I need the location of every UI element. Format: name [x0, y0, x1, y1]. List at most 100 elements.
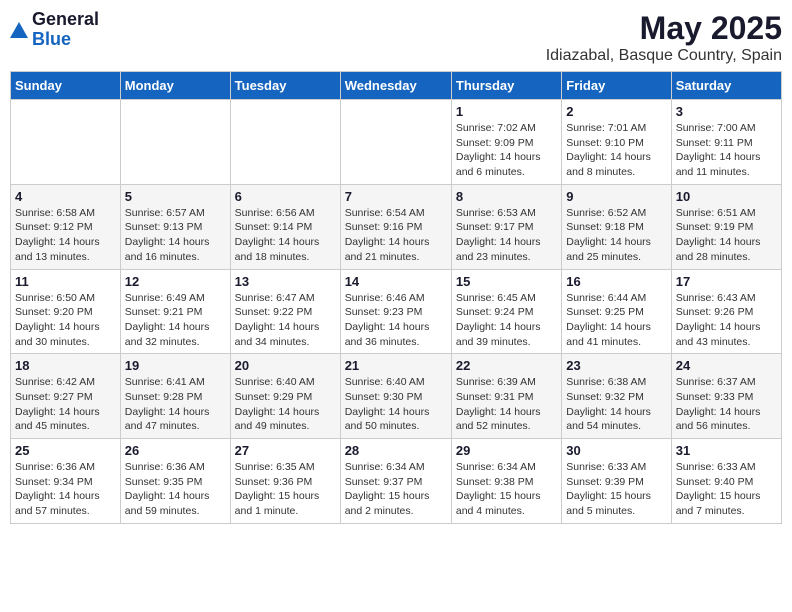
day-number: 31 — [676, 443, 777, 458]
day-number: 17 — [676, 274, 777, 289]
day-info: Sunrise: 6:42 AM Sunset: 9:27 PM Dayligh… — [15, 375, 116, 434]
logo: General Blue — [10, 10, 99, 50]
calendar-week-row: 11Sunrise: 6:50 AM Sunset: 9:20 PM Dayli… — [11, 269, 782, 354]
calendar-cell: 26 Sunrise: 6:36 AM Sunset: 9:35 PM Dayli… — [120, 439, 230, 524]
calendar-cell: 22 Sunrise: 6:39 AM Sunset: 9:31 PM Dayli… — [451, 354, 561, 439]
calendar-cell: 3 Sunrise: 7:00 AM Sunset: 9:11 PM Daylig… — [671, 100, 781, 185]
day-info: Sunrise: 6:34 AM Sunset: 9:37 PM Dayligh… — [345, 460, 447, 519]
calendar-cell: 14 Sunrise: 6:46 AM Sunset: 9:23 PM Dayli… — [340, 269, 451, 354]
calendar-week-row: 4 Sunrise: 6:58 AM Sunset: 9:12 PM Daylig… — [11, 184, 782, 269]
calendar-cell: 27 Sunrise: 6:35 AM Sunset: 9:36 PM Dayli… — [230, 439, 340, 524]
day-number: 21 — [345, 358, 447, 373]
day-info: Sunrise: 6:35 AM Sunset: 9:36 PM Dayligh… — [235, 460, 336, 519]
day-number: 19 — [125, 358, 226, 373]
calendar-cell: 5 Sunrise: 6:57 AM Sunset: 9:13 PM Daylig… — [120, 184, 230, 269]
day-info: Sunrise: 6:39 AM Sunset: 9:31 PM Dayligh… — [456, 375, 557, 434]
day-info: Sunrise: 6:56 AM Sunset: 9:14 PM Dayligh… — [235, 206, 336, 265]
day-number: 3 — [676, 104, 777, 119]
day-info: Sunrise: 6:58 AM Sunset: 9:12 PM Dayligh… — [15, 206, 116, 265]
logo-text: General Blue — [32, 10, 99, 50]
day-info: Sunrise: 7:00 AM Sunset: 9:11 PM Dayligh… — [676, 121, 777, 180]
day-info: Sunrise: 7:01 AM Sunset: 9:10 PM Dayligh… — [566, 121, 666, 180]
day-number: 20 — [235, 358, 336, 373]
calendar-cell: 20 Sunrise: 6:40 AM Sunset: 9:29 PM Dayli… — [230, 354, 340, 439]
day-number: 10 — [676, 189, 777, 204]
calendar-cell: 9 Sunrise: 6:52 AM Sunset: 9:18 PM Daylig… — [562, 184, 671, 269]
day-number: 7 — [345, 189, 447, 204]
day-info: Sunrise: 6:49 AM Sunset: 9:21 PM Dayligh… — [125, 291, 226, 350]
day-info: Sunrise: 6:54 AM Sunset: 9:16 PM Dayligh… — [345, 206, 447, 265]
day-info: Sunrise: 6:33 AM Sunset: 9:39 PM Dayligh… — [566, 460, 666, 519]
calendar-cell — [11, 100, 121, 185]
logo-blue: Blue — [32, 30, 99, 50]
calendar-cell: 17 Sunrise: 6:43 AM Sunset: 9:26 PM Dayli… — [671, 269, 781, 354]
day-info: Sunrise: 6:40 AM Sunset: 9:29 PM Dayligh… — [235, 375, 336, 434]
day-number: 14 — [345, 274, 447, 289]
calendar-cell — [340, 100, 451, 185]
day-info: Sunrise: 6:43 AM Sunset: 9:26 PM Dayligh… — [676, 291, 777, 350]
day-info: Sunrise: 6:47 AM Sunset: 9:22 PM Dayligh… — [235, 291, 336, 350]
calendar-cell: 15 Sunrise: 6:45 AM Sunset: 9:24 PM Dayli… — [451, 269, 561, 354]
day-info: Sunrise: 6:46 AM Sunset: 9:23 PM Dayligh… — [345, 291, 447, 350]
day-number: 4 — [15, 189, 116, 204]
day-info: Sunrise: 6:34 AM Sunset: 9:38 PM Dayligh… — [456, 460, 557, 519]
main-title: May 2025 — [546, 10, 782, 47]
day-info: Sunrise: 6:38 AM Sunset: 9:32 PM Dayligh… — [566, 375, 666, 434]
day-number: 26 — [125, 443, 226, 458]
day-info: Sunrise: 6:52 AM Sunset: 9:18 PM Dayligh… — [566, 206, 666, 265]
calendar-cell: 2 Sunrise: 7:01 AM Sunset: 9:10 PM Daylig… — [562, 100, 671, 185]
day-number: 9 — [566, 189, 666, 204]
header-sunday: Sunday — [11, 72, 121, 100]
header-tuesday: Tuesday — [230, 72, 340, 100]
day-number: 25 — [15, 443, 116, 458]
day-info: Sunrise: 6:36 AM Sunset: 9:35 PM Dayligh… — [125, 460, 226, 519]
calendar-cell: 7 Sunrise: 6:54 AM Sunset: 9:16 PM Daylig… — [340, 184, 451, 269]
day-info: Sunrise: 6:51 AM Sunset: 9:19 PM Dayligh… — [676, 206, 777, 265]
calendar-cell: 6 Sunrise: 6:56 AM Sunset: 9:14 PM Daylig… — [230, 184, 340, 269]
day-number: 29 — [456, 443, 557, 458]
day-number: 27 — [235, 443, 336, 458]
calendar-cell — [120, 100, 230, 185]
calendar-header-row: SundayMondayTuesdayWednesdayThursdayFrid… — [11, 72, 782, 100]
day-number: 22 — [456, 358, 557, 373]
day-number: 5 — [125, 189, 226, 204]
calendar-cell: 19Sunrise: 6:41 AM Sunset: 9:28 PM Dayli… — [120, 354, 230, 439]
calendar-week-row: 25 Sunrise: 6:36 AM Sunset: 9:34 PM Dayli… — [11, 439, 782, 524]
calendar-week-row: 18 Sunrise: 6:42 AM Sunset: 9:27 PM Dayli… — [11, 354, 782, 439]
header-saturday: Saturday — [671, 72, 781, 100]
calendar-cell: 4 Sunrise: 6:58 AM Sunset: 9:12 PM Daylig… — [11, 184, 121, 269]
subtitle: Idiazabal, Basque Country, Spain — [546, 47, 782, 65]
day-number: 6 — [235, 189, 336, 204]
header-monday: Monday — [120, 72, 230, 100]
day-info: Sunrise: 6:53 AM Sunset: 9:17 PM Dayligh… — [456, 206, 557, 265]
calendar-table: SundayMondayTuesdayWednesdayThursdayFrid… — [10, 71, 782, 524]
day-number: 30 — [566, 443, 666, 458]
day-number: 12 — [125, 274, 226, 289]
day-number: 8 — [456, 189, 557, 204]
calendar-cell: 21 Sunrise: 6:40 AM Sunset: 9:30 PM Dayli… — [340, 354, 451, 439]
day-number: 23 — [566, 358, 666, 373]
day-info: Sunrise: 6:44 AM Sunset: 9:25 PM Dayligh… — [566, 291, 666, 350]
day-info: Sunrise: 6:40 AM Sunset: 9:30 PM Dayligh… — [345, 375, 447, 434]
calendar-cell: 11Sunrise: 6:50 AM Sunset: 9:20 PM Dayli… — [11, 269, 121, 354]
calendar-cell: 18 Sunrise: 6:42 AM Sunset: 9:27 PM Dayli… — [11, 354, 121, 439]
calendar-cell: 25 Sunrise: 6:36 AM Sunset: 9:34 PM Dayli… — [11, 439, 121, 524]
calendar-cell: 8 Sunrise: 6:53 AM Sunset: 9:17 PM Daylig… — [451, 184, 561, 269]
day-info: Sunrise: 6:57 AM Sunset: 9:13 PM Dayligh… — [125, 206, 226, 265]
calendar-cell: 31 Sunrise: 6:33 AM Sunset: 9:40 PM Dayli… — [671, 439, 781, 524]
day-number: 28 — [345, 443, 447, 458]
day-number: 13 — [235, 274, 336, 289]
day-number: 11 — [15, 274, 116, 289]
day-number: 2 — [566, 104, 666, 119]
day-info: Sunrise: 6:45 AM Sunset: 9:24 PM Dayligh… — [456, 291, 557, 350]
calendar-cell: 12 Sunrise: 6:49 AM Sunset: 9:21 PM Dayli… — [120, 269, 230, 354]
day-number: 16 — [566, 274, 666, 289]
day-number: 18 — [15, 358, 116, 373]
day-info: Sunrise: 6:37 AM Sunset: 9:33 PM Dayligh… — [676, 375, 777, 434]
day-info: Sunrise: 6:33 AM Sunset: 9:40 PM Dayligh… — [676, 460, 777, 519]
calendar-cell: 16 Sunrise: 6:44 AM Sunset: 9:25 PM Dayli… — [562, 269, 671, 354]
calendar-cell: 29 Sunrise: 6:34 AM Sunset: 9:38 PM Dayli… — [451, 439, 561, 524]
day-info: Sunrise: 6:36 AM Sunset: 9:34 PM Dayligh… — [15, 460, 116, 519]
day-number: 15 — [456, 274, 557, 289]
logo-general: General — [32, 10, 99, 30]
